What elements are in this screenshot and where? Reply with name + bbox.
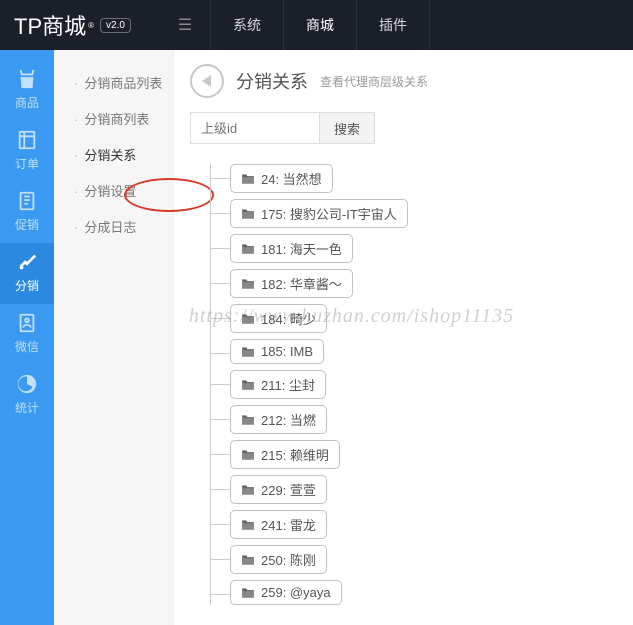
iconbar-item-0[interactable]: 商品 bbox=[0, 60, 54, 121]
tree-node-label: 215: 赖维明 bbox=[261, 445, 329, 464]
tree-node: 182: 华章酱～ bbox=[230, 269, 617, 298]
icon-sidebar: 商品订单促销分销微信统计 bbox=[0, 50, 54, 625]
iconbar-item-4[interactable]: 微信 bbox=[0, 304, 54, 365]
tree-node-box[interactable]: 181: 海天一色 bbox=[230, 234, 353, 263]
tree-view: 24: 当然想 175: 搜豹公司-IT宇宙人 181: 海天一色 182: 华章酱～… bbox=[190, 164, 617, 605]
tree-node-box[interactable]: 175: 搜豹公司-IT宇宙人 bbox=[230, 199, 408, 228]
top-bar: TP商城® v2.0 ☰ 系统 商城 插件 bbox=[0, 0, 633, 50]
tree-node: 185: IMB bbox=[230, 339, 617, 364]
main-content: 分销关系 查看代理商层级关系 搜索 24: 当然想 175: 搜豹公司-IT宇宙人… bbox=[174, 50, 633, 625]
tree-node-label: 24: 当然想 bbox=[261, 169, 322, 188]
sub-nav: 分销商品列表分销商列表分销关系分销设置分成日志 bbox=[54, 50, 174, 625]
iconbar-label: 订单 bbox=[0, 155, 54, 172]
logo-reg: ® bbox=[88, 21, 94, 30]
tree-node-label: 229: 萱萱 bbox=[261, 480, 316, 499]
tree-node: 250: 陈刚 bbox=[230, 545, 617, 574]
version-badge: v2.0 bbox=[100, 18, 131, 33]
search-button[interactable]: 搜索 bbox=[319, 112, 375, 144]
tree-node-box[interactable]: 185: IMB bbox=[230, 339, 324, 364]
search-input[interactable] bbox=[190, 112, 320, 144]
tree-node-label: 250: 陈刚 bbox=[261, 550, 316, 569]
tree-node-box[interactable]: 215: 赖维明 bbox=[230, 440, 340, 469]
page-subtitle: 查看代理商层级关系 bbox=[320, 73, 428, 90]
tree-node-label: 259: @yaya bbox=[261, 585, 331, 600]
tree-node-label: 211: 尘封 bbox=[261, 375, 315, 394]
topnav-mall[interactable]: 商城 bbox=[284, 0, 357, 50]
search-row: 搜索 bbox=[190, 112, 617, 144]
topnav-system[interactable]: 系统 bbox=[210, 0, 284, 50]
tree-node-label: 175: 搜豹公司-IT宇宙人 bbox=[261, 204, 397, 223]
page-header: 分销关系 查看代理商层级关系 bbox=[190, 64, 617, 98]
tree-node: 184: 畸少 bbox=[230, 304, 617, 333]
tree-node-label: 212: 当燃 bbox=[261, 410, 316, 429]
iconbar-label: 商品 bbox=[0, 94, 54, 111]
tree-node: 215: 赖维明 bbox=[230, 440, 617, 469]
tree-node-box[interactable]: 211: 尘封 bbox=[230, 370, 326, 399]
iconbar-label: 促销 bbox=[0, 216, 54, 233]
iconbar-item-5[interactable]: 统计 bbox=[0, 365, 54, 426]
iconbar-item-2[interactable]: 促销 bbox=[0, 182, 54, 243]
tree-node-box[interactable]: 229: 萱萱 bbox=[230, 475, 327, 504]
iconbar-item-1[interactable]: 订单 bbox=[0, 121, 54, 182]
tree-node-box[interactable]: 24: 当然想 bbox=[230, 164, 333, 193]
tree-node-box[interactable]: 184: 畸少 bbox=[230, 304, 327, 333]
tree-node-label: 184: 畸少 bbox=[261, 309, 316, 328]
tree-node: 259: @yaya bbox=[230, 580, 617, 605]
subnav-item-4[interactable]: 分成日志 bbox=[54, 210, 173, 246]
arrow-left-icon bbox=[202, 75, 211, 87]
page-title: 分销关系 bbox=[236, 68, 308, 94]
tree-node-label: 181: 海天一色 bbox=[261, 239, 342, 258]
tree-node: 181: 海天一色 bbox=[230, 234, 617, 263]
tree-node: 24: 当然想 bbox=[230, 164, 617, 193]
tree-node: 229: 萱萱 bbox=[230, 475, 617, 504]
top-nav: 系统 商城 插件 bbox=[210, 0, 430, 50]
menu-toggle-icon[interactable]: ☰ bbox=[170, 15, 200, 35]
tree-node-label: 182: 华章酱～ bbox=[261, 274, 342, 293]
tree-node: 241: 雷龙 bbox=[230, 510, 617, 539]
back-button[interactable] bbox=[190, 64, 224, 98]
tree-node: 211: 尘封 bbox=[230, 370, 617, 399]
iconbar-label: 微信 bbox=[0, 338, 54, 355]
logo-text: TP商城 bbox=[14, 9, 86, 41]
subnav-item-3[interactable]: 分销设置 bbox=[54, 174, 173, 210]
subnav-item-1[interactable]: 分销商列表 bbox=[54, 102, 173, 138]
subnav-item-2[interactable]: 分销关系 bbox=[54, 138, 173, 174]
tree-node-box[interactable]: 182: 华章酱～ bbox=[230, 269, 353, 298]
tree-node-box[interactable]: 259: @yaya bbox=[230, 580, 342, 605]
subnav-item-0[interactable]: 分销商品列表 bbox=[54, 66, 173, 102]
iconbar-label: 统计 bbox=[0, 399, 54, 416]
tree-node-box[interactable]: 250: 陈刚 bbox=[230, 545, 327, 574]
tree-node-label: 185: IMB bbox=[261, 344, 313, 359]
logo: TP商城® v2.0 bbox=[0, 9, 170, 41]
tree-node: 175: 搜豹公司-IT宇宙人 bbox=[230, 199, 617, 228]
iconbar-label: 分销 bbox=[0, 277, 54, 294]
topnav-plugin[interactable]: 插件 bbox=[357, 0, 430, 50]
iconbar-item-3[interactable]: 分销 bbox=[0, 243, 54, 304]
tree-node-box[interactable]: 241: 雷龙 bbox=[230, 510, 327, 539]
tree-node-box[interactable]: 212: 当燃 bbox=[230, 405, 327, 434]
tree-node-label: 241: 雷龙 bbox=[261, 515, 316, 534]
tree-node: 212: 当燃 bbox=[230, 405, 617, 434]
